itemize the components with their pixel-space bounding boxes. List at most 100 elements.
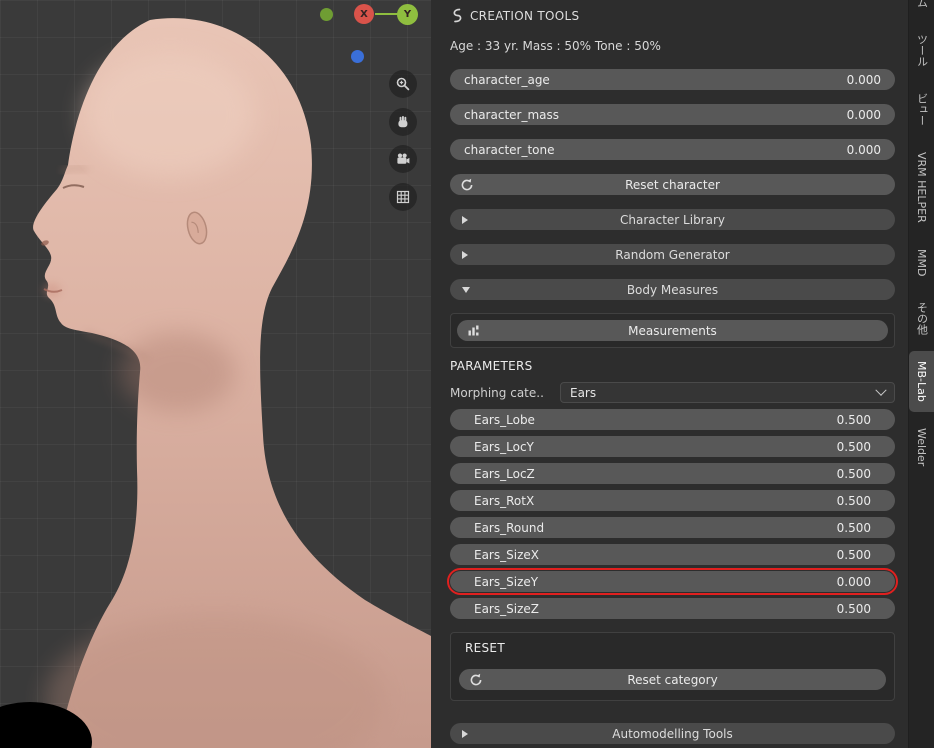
toggle-grid-button[interactable] [389,183,417,211]
morphing-category-row: Morphing cate.. Ears [450,382,895,403]
measurements-icon [467,324,481,337]
tab-list: アイテム ツール ビュー VRM HELPER MMD その他 MB-Lab W… [909,0,934,476]
body-measures-box: Measurements [450,313,895,348]
gizmo-y-axis-line [375,13,398,15]
mblab-panel: CREATION TOOLS Age : 33 yr. Mass : 50% T… [431,0,908,748]
character-mass-slider[interactable]: character_mass 0.000 [450,104,895,125]
tab-mmd[interactable]: MMD [909,239,934,286]
slider-value: 0.500 [836,466,871,481]
tab-item[interactable]: アイテム [909,0,934,18]
reset-icon [460,178,474,192]
gizmo-y-label: Y [403,9,412,20]
gizmo-x-label: X [360,8,368,20]
ears-sizex-slider[interactable]: Ears_SizeX 0.500 [450,544,895,565]
slider-value: 0.500 [836,547,871,562]
morphing-category-dropdown[interactable]: Ears [560,382,895,403]
section-label: Automodelling Tools [612,726,733,741]
slider-label: Ears_SizeZ [474,601,539,616]
character-head-render [0,18,431,748]
button-label: Reset category [627,672,718,687]
slider-value: 0.500 [836,601,871,616]
panel-header: CREATION TOOLS [450,0,895,24]
tab-vrm-helper[interactable]: VRM HELPER [909,142,934,233]
section-body-measures[interactable]: Body Measures [450,279,895,300]
grid-icon [396,190,410,204]
ears-locy-slider[interactable]: Ears_LocY 0.500 [450,436,895,457]
slider-value: 0.500 [836,439,871,454]
section-character-library[interactable]: Character Library [450,209,895,230]
reset-category-button[interactable]: Reset category [459,669,886,690]
gizmo-axis-y[interactable]: Y [397,4,418,25]
character-age-slider[interactable]: character_age 0.000 [450,69,895,90]
camera-icon [397,153,410,164]
tab-misc[interactable]: その他 [909,292,934,345]
slider-label: Ears_Round [474,520,545,535]
slider-value: 0.500 [836,412,871,427]
slider-value: 0.500 [836,493,871,508]
collapsed-arrow-icon [462,729,468,738]
slider-label: Ears_LocZ [474,466,535,481]
tab-label: ビュー [915,93,929,126]
slider-label: Ears_SizeX [474,547,539,562]
section-label: Body Measures [626,282,719,297]
tab-label: Welder [915,428,928,467]
slider-label: Ears_LocY [474,439,534,454]
button-label: Measurements [628,323,717,338]
slider-value: 0.000 [846,107,881,122]
slider-label: Ears_SizeY [474,574,539,589]
slider-value: 0.000 [846,142,881,157]
camera-view-button[interactable] [389,145,417,173]
slider-label: Ears_RotX [474,493,535,508]
section-label: Character Library [619,212,726,227]
tab-tool[interactable]: ツール [909,24,934,77]
slider-label: Ears_Lobe [474,412,535,427]
collapsed-arrow-icon [462,215,468,224]
collapsed-arrow-icon [462,250,468,259]
ears-locz-slider[interactable]: Ears_LocZ 0.500 [450,463,895,484]
dropdown-value: Ears [570,385,597,400]
ears-round-slider[interactable]: Ears_Round 0.500 [450,517,895,538]
tab-label: VRM HELPER [915,152,928,223]
ears-sizey-slider-highlighted[interactable]: Ears_SizeY 0.000 [447,568,898,595]
chevron-down-icon [875,384,887,396]
tab-welder[interactable]: Welder [909,418,934,476]
pan-button[interactable] [389,108,417,136]
reset-character-button[interactable]: Reset character [450,174,895,195]
zoom-button[interactable] [389,70,417,98]
mblab-logo-icon [453,8,462,23]
section-random-generator[interactable]: Random Generator [450,244,895,265]
slider-label: character_tone [464,142,555,157]
section-automodelling-tools[interactable]: Automodelling Tools [450,723,895,744]
gizmo-axis-x[interactable]: X [354,4,374,24]
parameters-title: PARAMETERS [450,359,533,373]
tab-label: アイテム [914,0,930,8]
reset-title: RESET [465,641,505,655]
slider-label: character_age [464,72,550,87]
ears-rotx-slider[interactable]: Ears_RotX 0.500 [450,490,895,511]
3d-viewport[interactable]: X Y [0,0,431,748]
zoom-icon [396,77,410,91]
measurements-button[interactable]: Measurements [457,320,888,341]
slider-label: character_mass [464,107,560,122]
reset-box: RESET Reset category [450,632,895,701]
hand-icon [398,116,408,128]
slider-value: 0.500 [836,520,871,535]
gizmo-axis-z[interactable] [351,50,364,63]
tab-view[interactable]: ビュー [909,83,934,136]
character-summary: Age : 33 yr. Mass : 50% Tone : 50% [450,39,661,53]
character-tone-slider[interactable]: character_tone 0.000 [450,139,895,160]
tab-mblab-active[interactable]: MB-Lab [909,351,934,413]
button-label: Reset character [625,177,720,192]
slider-value: 0.000 [836,574,871,589]
panel-title: CREATION TOOLS [470,8,580,23]
reset-icon [469,673,483,687]
section-label: Random Generator [615,247,730,262]
tab-label: ツール [915,34,929,67]
ears-lobe-slider[interactable]: Ears_Lobe 0.500 [450,409,895,430]
gizmo-axis-y-neg[interactable] [320,8,333,21]
ears-sizez-slider[interactable]: Ears_SizeZ 0.500 [450,598,895,619]
tab-label: MMD [915,248,928,277]
morphing-category-label: Morphing cate.. [450,385,544,400]
slider-value: 0.000 [846,72,881,87]
tab-label: MB-Lab [915,361,928,403]
